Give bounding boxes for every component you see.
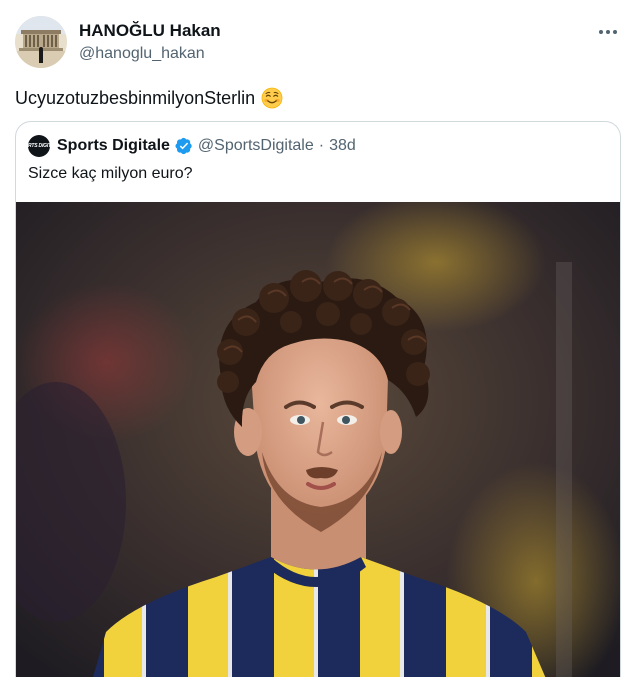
quoted-tweet-time[interactable]: 38d — [329, 137, 356, 155]
quoted-author-handle[interactable]: @SportsDigitale — [198, 137, 314, 155]
author-display-name[interactable]: HANOĞLU Hakan — [79, 21, 221, 41]
quoted-tweet-media[interactable] — [16, 202, 620, 677]
tweet-card[interactable]: HANOĞLU Hakan @hanoglu_hakan Ucyuzotuzbe… — [0, 0, 635, 677]
tweet-text-content: UcyuzotuzbesbinmilyonSterlin — [15, 88, 256, 108]
tweet-text: UcyuzotuzbesbinmilyonSterlin — [15, 86, 283, 110]
verified-badge-icon — [175, 137, 192, 155]
dot — [613, 30, 617, 34]
quoted-author-avatar[interactable]: SPORTS DIGITALE — [18, 135, 60, 157]
monument-avatar-icon — [15, 16, 67, 68]
football-player-photo — [16, 202, 620, 677]
separator-dot: · — [318, 137, 325, 154]
more-options-icon[interactable] — [595, 22, 621, 42]
smiling-face-emoji-icon — [261, 87, 283, 109]
author-info[interactable]: HANOĞLU Hakan @hanoglu_hakan — [79, 21, 221, 64]
quoted-tweet-header: SPORTS DIGITALE Sports Digitale @SportsD… — [18, 135, 356, 157]
dot — [606, 30, 610, 34]
author-handle[interactable]: @hanoglu_hakan — [79, 44, 221, 64]
author-avatar[interactable] — [15, 16, 67, 68]
quoted-tweet-text: Sizce kaç milyon euro? — [28, 165, 193, 182]
quoted-tweet[interactable]: SPORTS DIGITALE Sports Digitale @SportsD… — [15, 121, 621, 677]
dot — [599, 30, 603, 34]
quoted-author-display-name[interactable]: Sports Digitale — [57, 137, 170, 155]
quoted-avatar-label: SPORTS DIGITALE — [18, 143, 60, 149]
